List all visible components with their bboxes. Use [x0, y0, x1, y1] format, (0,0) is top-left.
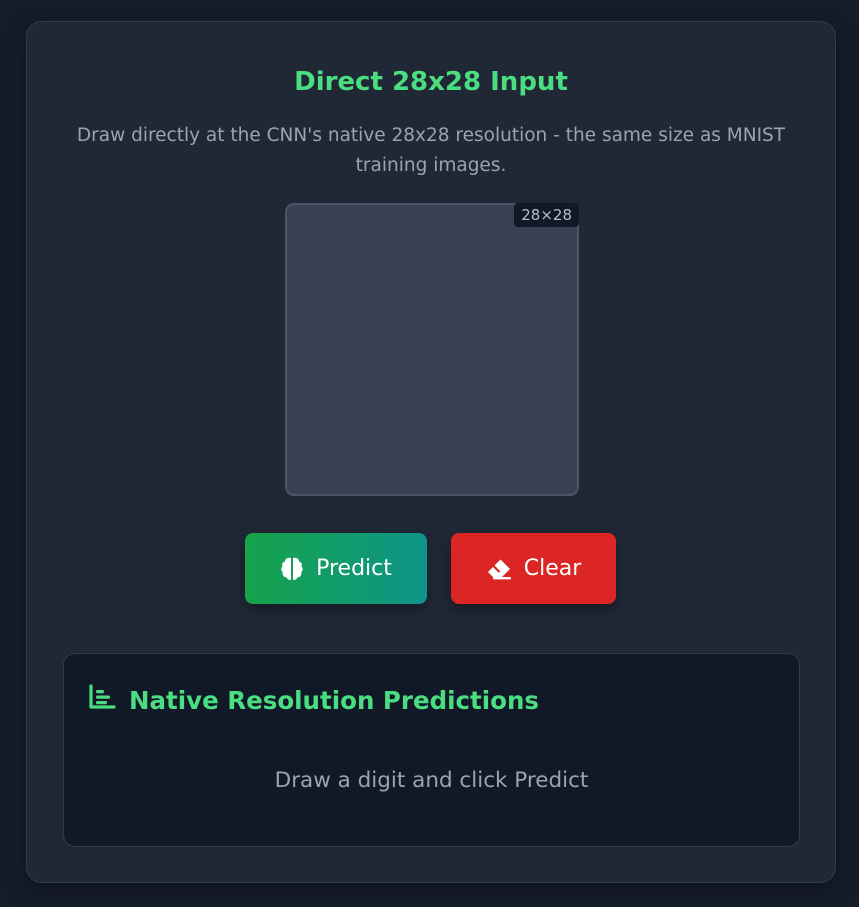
- clear-button[interactable]: Clear: [451, 533, 616, 604]
- clear-button-label: Clear: [523, 556, 582, 581]
- drawing-canvas[interactable]: 28×28: [285, 203, 579, 496]
- predictions-panel: Native Resolution Predictions Draw a dig…: [63, 653, 800, 847]
- predictions-empty-message: Draw a digit and click Predict: [274, 768, 589, 793]
- bar-chart-icon: [88, 684, 116, 718]
- predictions-title: Native Resolution Predictions: [129, 686, 539, 715]
- eraser-icon: [486, 558, 512, 580]
- resolution-badge: 28×28: [514, 203, 579, 227]
- predictions-header: Native Resolution Predictions: [88, 684, 539, 718]
- panel-description: Draw directly at the CNN's native 28x28 …: [76, 125, 786, 176]
- brain-icon: [280, 556, 304, 582]
- direct-input-panel: Direct 28x28 Input Draw directly at the …: [26, 21, 836, 883]
- panel-title: Direct 28x28 Input: [294, 67, 568, 97]
- predict-button[interactable]: Predict: [245, 533, 427, 604]
- predict-button-label: Predict: [316, 556, 392, 581]
